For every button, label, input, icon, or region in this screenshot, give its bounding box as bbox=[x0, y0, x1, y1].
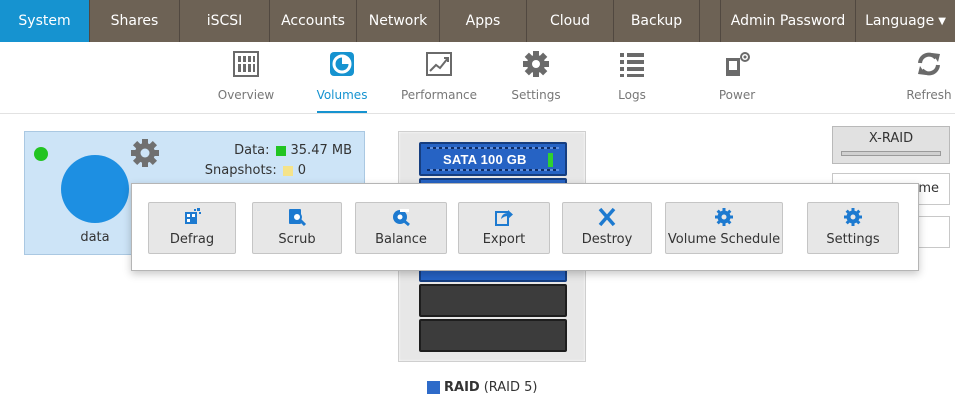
disk-label: SATA 100 GB bbox=[443, 152, 527, 167]
subnav-label: Logs bbox=[618, 88, 646, 102]
tab-label: Shares bbox=[110, 13, 159, 29]
volume-schedule-button[interactable]: Volume Schedule bbox=[665, 202, 783, 254]
tab-label: Cloud bbox=[550, 13, 590, 29]
volumes-icon bbox=[330, 52, 354, 76]
export-icon bbox=[495, 210, 513, 226]
performance-icon bbox=[426, 52, 452, 76]
data-label: Data: bbox=[234, 143, 270, 158]
balance-label: Balance bbox=[375, 232, 427, 247]
bay-stripe bbox=[427, 169, 559, 171]
settings-icon bbox=[523, 51, 549, 77]
xraid-label: X-RAID bbox=[868, 131, 914, 146]
settings-icon bbox=[844, 208, 862, 226]
data-value: 35.47 MB bbox=[290, 143, 352, 158]
scrub-label: Scrub bbox=[278, 232, 316, 247]
tab-label: System bbox=[18, 13, 71, 29]
volume-snapshots-stat: Snapshots: 0 bbox=[205, 163, 306, 178]
subnav-performance[interactable]: Performance bbox=[400, 50, 478, 110]
snapshots-label: Snapshots: bbox=[204, 163, 277, 178]
tab-system[interactable]: System bbox=[0, 0, 90, 42]
raid-name: RAID bbox=[444, 380, 480, 395]
data-swatch bbox=[275, 145, 286, 156]
logs-icon bbox=[620, 53, 644, 77]
destroy-button[interactable]: Destroy bbox=[562, 202, 652, 254]
defrag-button[interactable]: Defrag bbox=[148, 202, 236, 254]
chevron-down-icon: ▼ bbox=[938, 15, 946, 27]
scrub-icon bbox=[289, 209, 307, 227]
tab-label: Backup bbox=[630, 13, 683, 29]
tab-backup[interactable]: Backup bbox=[614, 0, 700, 42]
export-button[interactable]: Export bbox=[458, 202, 550, 254]
xraid-bar bbox=[841, 151, 941, 156]
raid-legend: RAID (RAID 5) bbox=[427, 380, 538, 395]
subnav-label: Settings bbox=[511, 88, 561, 102]
disk-bay-6-empty[interactable] bbox=[419, 319, 567, 352]
refresh-button[interactable]: Refresh bbox=[906, 50, 952, 110]
bay-stripe bbox=[427, 147, 559, 149]
volume-name: data bbox=[80, 230, 110, 245]
volume-settings-label: Settings bbox=[826, 232, 880, 247]
xraid-button[interactable]: X-RAID bbox=[832, 126, 950, 164]
tab-admin-password[interactable]: Admin Password bbox=[721, 0, 856, 42]
tab-cloud[interactable]: Cloud bbox=[527, 0, 614, 42]
raid-swatch bbox=[427, 381, 440, 394]
subnav-label: Overview bbox=[217, 88, 275, 102]
disk-bay-5-empty[interactable] bbox=[419, 284, 567, 317]
tab-label: Network bbox=[368, 13, 428, 29]
power-icon bbox=[726, 52, 750, 76]
volume-status-dot bbox=[34, 147, 48, 161]
sub-nav: Overview Volumes Performance Settings Lo… bbox=[0, 42, 955, 114]
tab-label: iSCSI bbox=[206, 13, 243, 29]
disk-bay-1[interactable]: SATA 100 GB bbox=[419, 142, 567, 176]
subnav-settings[interactable]: Settings bbox=[511, 50, 561, 110]
tab-network[interactable]: Network bbox=[357, 0, 440, 42]
subnav-label: Power bbox=[718, 88, 756, 102]
tab-iscsi[interactable]: iSCSI bbox=[180, 0, 270, 42]
destroy-icon bbox=[598, 207, 616, 227]
tab-spacer bbox=[700, 0, 721, 42]
snapshots-value: 0 bbox=[297, 163, 306, 178]
volume-data-stat: Data: 35.47 MB bbox=[234, 143, 352, 158]
volume-circle[interactable] bbox=[61, 155, 129, 223]
refresh-icon bbox=[918, 52, 940, 76]
defrag-label: Defrag bbox=[169, 232, 215, 247]
subnav-overview[interactable]: Overview bbox=[217, 50, 275, 110]
overview-icon bbox=[233, 51, 259, 77]
tab-apps[interactable]: Apps bbox=[440, 0, 527, 42]
tab-label: Accounts bbox=[281, 13, 345, 29]
subnav-label: Refresh bbox=[906, 88, 952, 102]
volume-schedule-icon bbox=[715, 208, 733, 226]
subnav-label: Performance bbox=[400, 88, 478, 102]
subnav-label: Volumes bbox=[316, 88, 368, 102]
volume-context-menu: Defrag Scrub Balance Export Destroy Volu… bbox=[131, 183, 919, 271]
volume-settings-button[interactable]: Settings bbox=[807, 202, 899, 254]
destroy-label: Destroy bbox=[581, 232, 633, 247]
disk-led bbox=[548, 153, 553, 167]
volume-schedule-label: Volume Schedule bbox=[667, 232, 781, 247]
button-label-partial: me bbox=[918, 181, 939, 196]
subnav-power[interactable]: Power bbox=[718, 50, 756, 110]
subnav-volumes[interactable]: Volumes bbox=[317, 50, 367, 113]
balance-button[interactable]: Balance bbox=[355, 202, 447, 254]
balance-icon bbox=[393, 209, 410, 227]
tab-label: Language bbox=[865, 13, 935, 29]
tab-accounts[interactable]: Accounts bbox=[270, 0, 357, 42]
volume-settings-gear-icon[interactable] bbox=[129, 137, 161, 169]
tab-label: Admin Password bbox=[730, 13, 846, 29]
raid-level: (RAID 5) bbox=[483, 380, 538, 395]
defrag-icon bbox=[185, 208, 201, 224]
tab-language[interactable]: Language ▼ bbox=[856, 0, 955, 42]
scrub-button[interactable]: Scrub bbox=[252, 202, 342, 254]
tab-shares[interactable]: Shares bbox=[90, 0, 180, 42]
snapshots-swatch bbox=[282, 165, 293, 176]
top-nav: System Shares iSCSI Accounts Network App… bbox=[0, 0, 955, 42]
tab-label: Apps bbox=[465, 13, 501, 29]
subnav-logs[interactable]: Logs bbox=[617, 50, 647, 110]
export-label: Export bbox=[482, 232, 526, 247]
